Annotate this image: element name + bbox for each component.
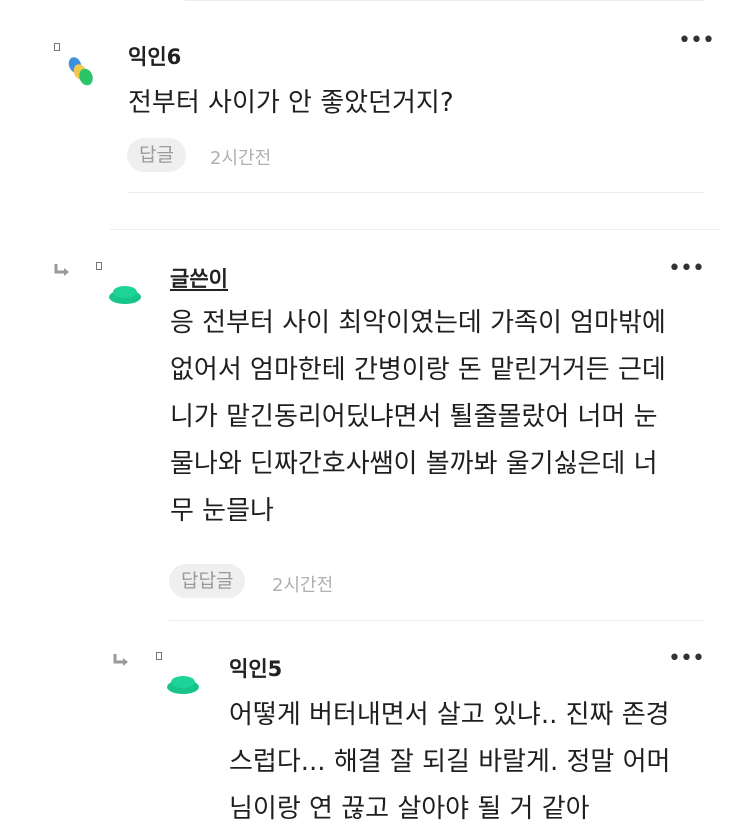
avatar: [68, 57, 93, 86]
comment-author[interactable]: 익인6: [128, 41, 181, 71]
avatar: [109, 286, 141, 304]
marker-icon: [54, 43, 60, 51]
comment-text: 전부터 사이가 안 좋았던거지?: [128, 88, 454, 118]
comment-text: 어떻게 버터내면서 살고 있냐.. 진짜 존경 스럽다... 해결 잘 되길 바…: [229, 700, 671, 824]
divider: [110, 229, 720, 230]
comment-author[interactable]: 글쓴이: [170, 263, 228, 293]
marker-icon: [156, 652, 162, 660]
divider-top: [185, 0, 705, 1]
marker-icon: [96, 262, 102, 270]
reply-button[interactable]: 답답글: [169, 564, 246, 598]
comment-time: 2시간전: [272, 575, 334, 596]
reply-button[interactable]: 답글: [127, 138, 186, 172]
comment-text: 응 전부터 사이 최악이였는데 가족이 엄마밖에 없어서 엄마한테 간병이랑 돈…: [170, 308, 666, 526]
comment-time: 2시간전: [210, 148, 272, 169]
avatar: [167, 676, 199, 694]
more-options-icon[interactable]: •••: [668, 648, 705, 670]
divider: [127, 192, 705, 193]
reply-arrow-icon: [54, 264, 69, 276]
comment-author[interactable]: 익인5: [229, 653, 282, 683]
more-options-icon[interactable]: •••: [678, 30, 715, 52]
more-options-icon[interactable]: •••: [668, 258, 705, 280]
reply-arrow-icon: [113, 654, 128, 666]
divider: [169, 620, 705, 621]
